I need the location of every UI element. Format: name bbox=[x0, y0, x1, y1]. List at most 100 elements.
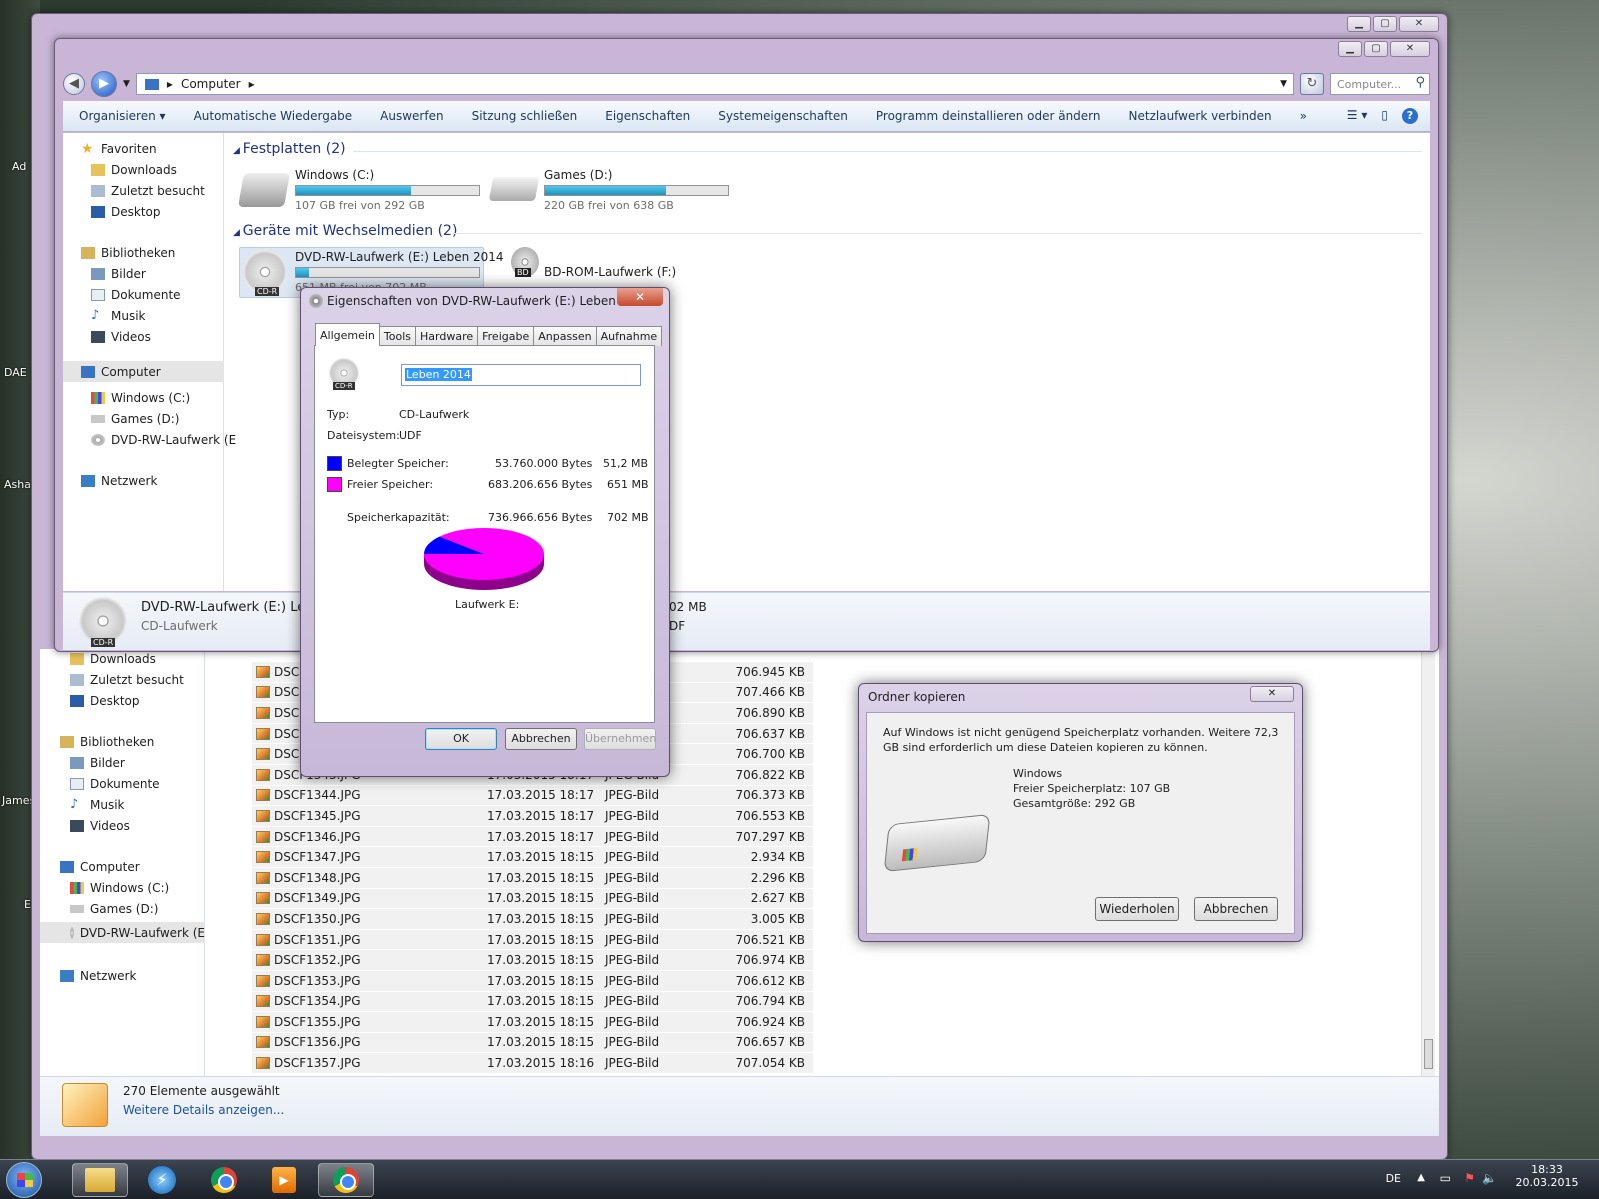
nav-item-games-d[interactable]: Games (D:) bbox=[70, 902, 158, 916]
start-button[interactable] bbox=[6, 1162, 42, 1198]
cancel-button[interactable]: Abbrechen bbox=[505, 728, 577, 750]
toolbar-system-properties[interactable]: Systemeigenschaften bbox=[718, 109, 848, 123]
clock[interactable]: 18:33 20.03.2015 bbox=[1511, 1163, 1583, 1189]
nav-item-favorites[interactable]: ★ Favoriten bbox=[81, 142, 157, 156]
table-row[interactable]: DSCF1350.JPG 17.03.2015 18:15 JPEG-Bild 3.0… bbox=[252, 909, 813, 930]
tab-sharing[interactable]: Freigabe bbox=[477, 326, 535, 346]
tray-expand-icon[interactable]: ▲ bbox=[1417, 1172, 1425, 1183]
nav-item-network[interactable]: Netzwerk bbox=[60, 969, 136, 983]
table-row[interactable]: DSCF1347.JPG 17.03.2015 18:15 JPEG-Bild 2.9… bbox=[252, 847, 813, 868]
table-row[interactable]: DSCF1356.JPG 17.03.2015 18:15 JPEG-Bild 706… bbox=[252, 1032, 813, 1054]
table-row[interactable]: DSCF1353.JPG 17.03.2015 18:15 JPEG-Bild 706… bbox=[252, 970, 813, 992]
nav-item-pictures[interactable]: Bilder bbox=[91, 267, 146, 281]
nav-item-downloads[interactable]: Downloads bbox=[70, 652, 156, 666]
desktop-icon-label[interactable]: Asha bbox=[4, 478, 31, 491]
nav-item-network[interactable]: Netzwerk bbox=[81, 474, 157, 488]
nav-item-dvd-e[interactable]: DVD-RW-Laufwerk (E bbox=[40, 922, 205, 943]
cancel-button[interactable]: Abbrechen bbox=[1194, 897, 1278, 921]
toolbar-organize[interactable]: Organisieren ▾ bbox=[79, 109, 166, 123]
nav-item-pictures[interactable]: Bilder bbox=[70, 756, 125, 770]
tab-hardware[interactable]: Hardware bbox=[415, 326, 479, 346]
breadcrumb-computer[interactable]: Computer bbox=[181, 77, 241, 91]
volume-icon[interactable]: 🔈 bbox=[1482, 1171, 1497, 1185]
drive-label-input[interactable]: Leben 2014 bbox=[401, 364, 641, 386]
maximize-icon[interactable]: ▢ bbox=[1364, 41, 1388, 57]
taskbar-media-player[interactable]: ▶ bbox=[256, 1163, 312, 1197]
table-row[interactable]: DSCF1357.JPG 17.03.2015 18:16 JPEG-Bild 707… bbox=[252, 1053, 813, 1074]
copy-folder-dialog[interactable]: Ordner kopieren ✕ Auf Windows ist nicht … bbox=[858, 683, 1303, 942]
nav-item-desktop[interactable]: Desktop bbox=[91, 205, 161, 219]
toolbar-uninstall[interactable]: Programm deinstallieren oder ändern bbox=[876, 109, 1101, 123]
history-dropdown-icon[interactable]: ▼ bbox=[123, 79, 130, 89]
address-bar[interactable]: ▸ Computer ▸ ▼ bbox=[135, 73, 1294, 95]
action-center-icon[interactable]: ⚑ bbox=[1464, 1171, 1475, 1185]
nav-item-dvd-e[interactable]: DVD-RW-Laufwerk (E bbox=[91, 433, 236, 447]
drive-tile-f[interactable]: BD-ROM-Laufwerk (F:) bbox=[544, 265, 676, 279]
tab-recording[interactable]: Aufnahme bbox=[595, 326, 663, 346]
table-row[interactable]: DSCF1348.JPG 17.03.2015 18:15 JPEG-Bild 2.2… bbox=[252, 867, 813, 889]
toolbar-map-network-drive[interactable]: Netzlaufwerk verbinden bbox=[1129, 109, 1272, 123]
taskbar-chrome-active[interactable] bbox=[318, 1163, 374, 1197]
drive-tile-c[interactable]: Windows (C:) 107 GB frei von 292 GB bbox=[295, 168, 480, 212]
tab-general[interactable]: Allgemein bbox=[315, 323, 380, 346]
table-row[interactable]: DSCF1351.JPG 17.03.2015 18:15 JPEG-Bild 706… bbox=[252, 929, 813, 951]
table-row[interactable]: DSCF1354.JPG 17.03.2015 18:15 JPEG-Bild 706… bbox=[252, 991, 813, 1013]
nav-item-computer[interactable]: Computer bbox=[60, 860, 140, 874]
back-arrow-icon[interactable]: ◀ bbox=[63, 73, 85, 95]
retry-button[interactable]: Wiederholen bbox=[1095, 897, 1179, 921]
drive-tile-d[interactable]: Games (D:) 220 GB frei von 638 GB bbox=[544, 168, 729, 212]
nav-item-music[interactable]: ♪ Musik bbox=[70, 798, 125, 812]
nav-item-computer[interactable]: Computer bbox=[63, 361, 224, 382]
desktop-icon-label[interactable]: E bbox=[24, 898, 31, 911]
toolbar-autoplay[interactable]: Automatische Wiedergabe bbox=[194, 109, 353, 123]
nav-item-libraries[interactable]: Bibliotheken bbox=[81, 246, 175, 260]
toolbar-close-session[interactable]: Sitzung schließen bbox=[472, 109, 578, 123]
nav-item-videos[interactable]: Videos bbox=[91, 330, 151, 344]
close-icon[interactable]: ✕ bbox=[617, 288, 663, 306]
breadcrumb-separator-icon[interactable]: ▸ bbox=[167, 77, 173, 91]
section-hard-drives[interactable]: ◢ Festplatten (2) bbox=[233, 141, 346, 157]
nav-item-libraries[interactable]: Bibliotheken bbox=[60, 735, 154, 749]
nav-item-desktop[interactable]: Desktop bbox=[70, 694, 140, 708]
toolbar-more[interactable]: » bbox=[1300, 109, 1307, 123]
forward-arrow-icon[interactable]: ▶ bbox=[91, 71, 117, 97]
tab-tools[interactable]: Tools bbox=[378, 326, 417, 346]
maximize-icon[interactable]: ▢ bbox=[1373, 16, 1397, 32]
desktop-icon-label[interactable]: DAE bbox=[4, 366, 27, 379]
toolbar-eject[interactable]: Auswerfen bbox=[380, 109, 443, 123]
ok-button[interactable]: OK bbox=[425, 728, 497, 750]
close-icon[interactable]: ✕ bbox=[1399, 16, 1439, 32]
table-row[interactable]: DSCF1345.JPG 17.03.2015 18:17 JPEG-Bild 706… bbox=[252, 806, 813, 827]
nav-item-documents[interactable]: Dokumente bbox=[91, 288, 181, 302]
language-indicator[interactable]: DE bbox=[1386, 1172, 1401, 1185]
network-tray-icon[interactable]: ▭ bbox=[1440, 1171, 1451, 1185]
more-details-link[interactable]: Weitere Details anzeigen... bbox=[123, 1103, 284, 1117]
help-icon[interactable]: ? bbox=[1402, 108, 1418, 124]
minimize-icon[interactable]: ▁ bbox=[1338, 41, 1362, 57]
view-options-icon[interactable]: ☰ ▾ bbox=[1347, 108, 1368, 124]
nav-item-videos[interactable]: Videos bbox=[70, 819, 130, 833]
table-row[interactable]: DSCF1344.JPG 17.03.2015 18:17 JPEG-Bild 706… bbox=[252, 785, 813, 807]
scrollbar-thumb[interactable] bbox=[1424, 1039, 1433, 1069]
preview-pane-icon[interactable]: ▯ bbox=[1381, 108, 1388, 124]
nav-item-windows-c[interactable]: Windows (C:) bbox=[91, 391, 190, 405]
apply-button[interactable]: Übernehmen bbox=[584, 728, 656, 750]
close-icon[interactable]: ✕ bbox=[1390, 41, 1430, 57]
close-icon[interactable]: ✕ bbox=[1250, 686, 1294, 702]
section-removable[interactable]: ◢ Geräte mit Wechselmedien (2) bbox=[233, 223, 457, 239]
taskbar-explorer[interactable] bbox=[72, 1163, 128, 1197]
table-row[interactable]: DSCF1349.JPG 17.03.2015 18:15 JPEG-Bild 2.6… bbox=[252, 888, 813, 910]
table-row[interactable]: DSCF1352.JPG 17.03.2015 18:15 JPEG-Bild 706… bbox=[252, 950, 813, 971]
minimize-icon[interactable]: ▁ bbox=[1347, 16, 1371, 32]
nav-item-games-d[interactable]: Games (D:) bbox=[91, 412, 179, 426]
table-row[interactable]: DSCF1346.JPG 17.03.2015 18:17 JPEG-Bild 707… bbox=[252, 826, 813, 848]
search-input[interactable]: Computer... bbox=[1330, 73, 1430, 95]
computer-explorer-window[interactable]: ▁ ▢ ✕ ◀ ▶ ▼ ▸ Computer ▸ ▼ ↻ Computer...… bbox=[54, 38, 1439, 652]
toolbar-properties[interactable]: Eigenschaften bbox=[605, 109, 690, 123]
table-row[interactable]: DSCF1355.JPG 17.03.2015 18:15 JPEG-Bild 706… bbox=[252, 1012, 813, 1033]
breadcrumb-separator-icon[interactable]: ▸ bbox=[249, 77, 255, 91]
refresh-icon[interactable]: ↻ bbox=[1300, 73, 1324, 95]
nav-item-recent[interactable]: Zuletzt besucht bbox=[70, 673, 184, 687]
nav-item-music[interactable]: ♪ Musik bbox=[91, 309, 146, 323]
nav-item-documents[interactable]: Dokumente bbox=[70, 777, 160, 791]
